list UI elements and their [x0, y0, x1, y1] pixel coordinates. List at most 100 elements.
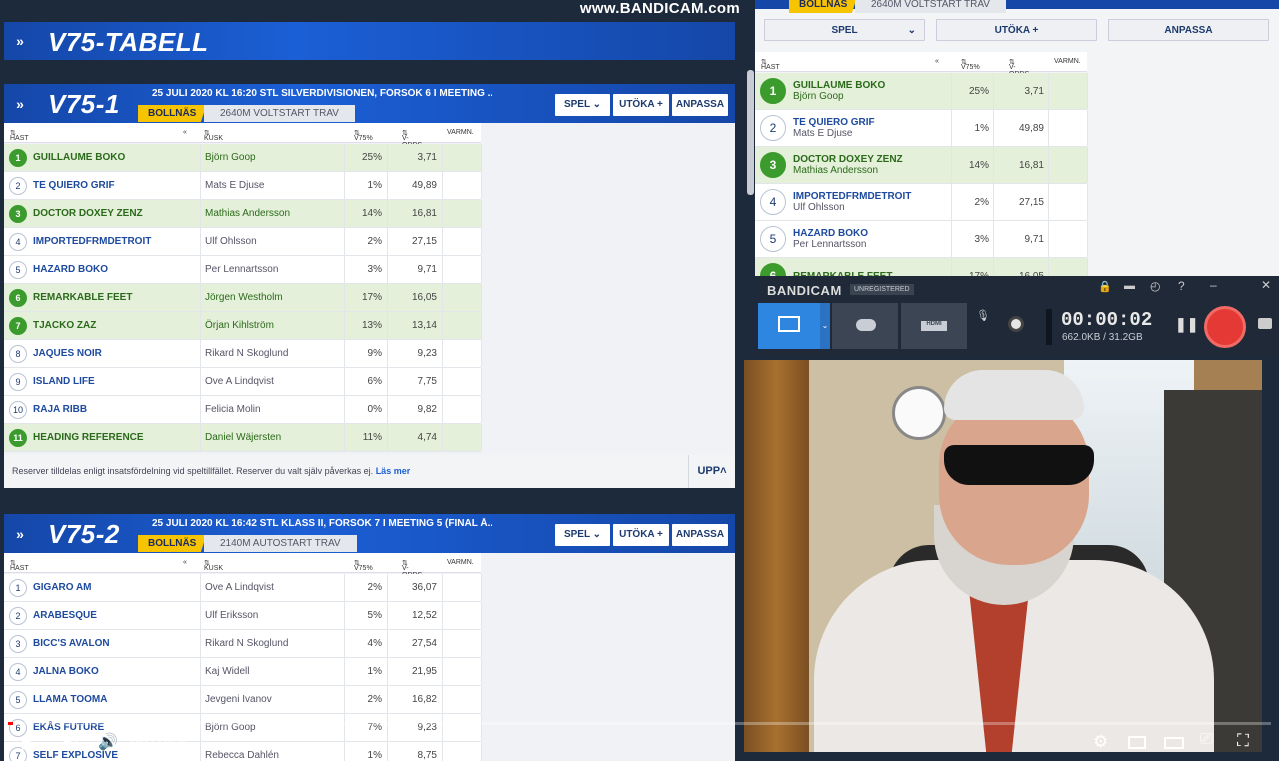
- table-row[interactable]: 11 HEADING REFERENCE Daniel Wäjersten 11% 4,…: [4, 424, 482, 452]
- lock-icon[interactable]: 🔒: [1098, 280, 1112, 293]
- chevron-down-icon[interactable]: »: [6, 526, 34, 542]
- collapse-icon[interactable]: «: [935, 58, 939, 65]
- table-row[interactable]: 1 GUILLAUME BOKO Björn Goop 25% 3,71: [755, 73, 1088, 110]
- las-mer-link[interactable]: Läs mer: [376, 466, 411, 476]
- fullscreen-icon[interactable]: ⛶: [1237, 731, 1249, 751]
- table-row[interactable]: 3 DOCTOR DOXEY ZENZ Mathias Andersson 14% 16…: [4, 200, 482, 228]
- collapse-icon[interactable]: «: [183, 129, 187, 136]
- theater-icon[interactable]: [1164, 737, 1184, 749]
- next-icon[interactable]: ▶|: [64, 734, 78, 751]
- upp-button[interactable]: UPP˄: [688, 455, 735, 488]
- table-row[interactable]: 2 TE QUIERO GRIF Mats E Djuse 1% 49,89: [4, 172, 482, 200]
- scrollbar[interactable]: [747, 70, 754, 195]
- video-progress-track[interactable]: [8, 722, 1271, 725]
- horse-number-badge: 4: [760, 189, 786, 215]
- mic-icon[interactable]: 🎙: [976, 309, 990, 322]
- table-row[interactable]: 5 HAZARD BOKO Per Lennartsson 3% 9,71: [755, 221, 1088, 258]
- col-kusk[interactable]: KUSK ⇅: [204, 129, 223, 142]
- play-icon[interactable]: ▶: [22, 733, 35, 753]
- webcam-icon[interactable]: [1008, 316, 1024, 332]
- table-row[interactable]: 10 RAJA RIBB Felicia Molin 0% 9,82: [4, 396, 482, 424]
- col-odds[interactable]: V-ODDS ⇅: [1009, 58, 1029, 78]
- horse-number-cell: 2: [9, 172, 27, 199]
- caret-down-icon: ⌄: [589, 529, 602, 540]
- horse-name[interactable]: TE QUIERO GRIF: [793, 117, 875, 128]
- settings-icon[interactable]: ⚙: [1093, 732, 1108, 752]
- chevron-down-icon[interactable]: »: [6, 33, 34, 49]
- table-row[interactable]: 4 JALNA BOKO Kaj Widell 1% 21,95: [4, 658, 482, 686]
- driver-name: Mathias Andersson: [793, 165, 879, 176]
- col-pct[interactable]: V75% ⇅: [354, 559, 373, 572]
- anpassa-button[interactable]: ANPASSA: [672, 94, 728, 116]
- spel-button[interactable]: SPEL ⌄: [555, 94, 610, 116]
- table-row[interactable]: 4 IMPORTEDFRMDETROIT Ulf Ohlsson 2% 27,15: [4, 228, 482, 256]
- table-row[interactable]: 6 REMARKABLE FEET 17% 16,05: [755, 258, 1088, 276]
- horse-number-badge: 4: [9, 232, 27, 251]
- horse-name[interactable]: GUILLAUME BOKO: [793, 80, 885, 91]
- anpassa-button[interactable]: ANPASSA: [672, 524, 728, 546]
- col-varmn[interactable]: VARMN.: [447, 129, 474, 136]
- col-pct[interactable]: V75% ⇅: [354, 129, 373, 142]
- hdmi-mode-button[interactable]: HDMI: [901, 303, 967, 349]
- chevron-down-icon[interactable]: »: [6, 96, 34, 112]
- table-row[interactable]: 1 GIGARO AM Ove A Lindqvist 2% 36,07: [4, 574, 482, 602]
- volume-icon[interactable]: 🔊: [98, 732, 118, 752]
- table-row[interactable]: 3 DOCTOR DOXEY ZENZ Mathias Andersson 14% 16…: [755, 147, 1088, 184]
- col-odds[interactable]: V-ODDS ⇅: [402, 129, 422, 149]
- clock-icon[interactable]: ◴: [1150, 279, 1160, 293]
- folder-icon[interactable]: ▬: [1124, 280, 1135, 292]
- mode-dropdown-button[interactable]: ⌄: [820, 303, 830, 349]
- col-hast[interactable]: HAST ⇅: [761, 58, 780, 71]
- record-button[interactable]: [1204, 306, 1246, 348]
- v75-percent: 2%: [974, 196, 989, 208]
- anpassa-button[interactable]: ANPASSA: [1108, 19, 1269, 41]
- table-row[interactable]: 1 GUILLAUME BOKO Björn Goop 25% 3,71: [4, 144, 482, 172]
- horse-number-badge: 2: [9, 176, 27, 195]
- horse-number-cell: 6: [9, 284, 27, 311]
- col-varmn[interactable]: VARMN.: [1054, 58, 1081, 65]
- col-varmn[interactable]: VARMN.: [447, 559, 474, 566]
- camera-icon[interactable]: [1258, 318, 1272, 329]
- col-kusk[interactable]: KUSK ⇅: [204, 559, 223, 572]
- horse-name: JAQUES NOIR: [33, 348, 102, 359]
- table-row[interactable]: 5 HAZARD BOKO Per Lennartsson 3% 9,71: [4, 256, 482, 284]
- utoka-button[interactable]: UTÖKA +: [613, 524, 669, 546]
- col-hast[interactable]: HAST ⇅: [10, 559, 29, 572]
- table-row[interactable]: 7 TJACKO ZAZ Örjan Kihlström 13% 13,14: [4, 312, 482, 340]
- col-hast[interactable]: HAST ⇅: [10, 129, 29, 142]
- table-row[interactable]: 4 IMPORTEDFRMDETROIT Ulf Ohlsson 2% 27,15: [755, 184, 1088, 221]
- horse-name[interactable]: HAZARD BOKO: [793, 228, 868, 239]
- tabell-header[interactable]: » V75-TABELL: [4, 22, 735, 60]
- table-row[interactable]: 5 LLAMA TOOMA Jevgeni Ivanov 2% 16,82: [4, 686, 482, 714]
- table-row[interactable]: 6 REMARKABLE FEET Jörgen Westholm 17% 16,05: [4, 284, 482, 312]
- v-odds: 7,75: [417, 376, 437, 387]
- column-divider: [200, 200, 201, 227]
- col-odds[interactable]: V-ODDS ⇅: [402, 559, 422, 579]
- horse-number-badge: 4: [9, 662, 27, 681]
- cast-icon[interactable]: ⎚: [1200, 731, 1213, 749]
- table-row[interactable]: 9 ISLAND LIFE Ove A Lindqvist 6% 7,75: [4, 368, 482, 396]
- table-row[interactable]: 8 JAQUES NOIR Rikard N Skoglund 9% 9,23: [4, 340, 482, 368]
- utoka-button[interactable]: UTÖKA +: [936, 19, 1097, 41]
- miniplayer-icon[interactable]: [1128, 736, 1146, 749]
- horse-name[interactable]: DOCTOR DOXEY ZENZ: [793, 154, 903, 165]
- horse-name[interactable]: IMPORTEDFRMDETROIT: [793, 191, 911, 202]
- col-pct[interactable]: V75% ⇅: [961, 58, 980, 71]
- caret-down-icon: ⌄: [907, 25, 916, 36]
- game-mode-button[interactable]: [832, 303, 898, 349]
- pause-icon[interactable]: ❚❚: [1175, 316, 1198, 333]
- utoka-button[interactable]: UTÖKA +: [613, 94, 669, 116]
- v-odds: 8,75: [417, 750, 437, 761]
- minimize-icon[interactable]: –: [1210, 278, 1217, 292]
- table-row[interactable]: 3 BICC'S AVALON Rikard N Skoglund 4% 27,54: [4, 630, 482, 658]
- screen-mode-button[interactable]: [758, 303, 820, 349]
- spel-button[interactable]: SPEL ⌄: [555, 524, 610, 546]
- spel-button[interactable]: SPEL ⌄: [764, 19, 925, 41]
- collapse-icon[interactable]: «: [183, 559, 187, 566]
- help-icon[interactable]: ?: [1178, 279, 1185, 293]
- unregistered-badge[interactable]: UNREGISTERED: [850, 284, 914, 295]
- close-icon[interactable]: ✕: [1261, 278, 1271, 292]
- table-row[interactable]: 2 TE QUIERO GRIF Mats E Djuse 1% 49,89: [755, 110, 1088, 147]
- table-row[interactable]: 2 ARABESQUE Ulf Eriksson 5% 12,52: [4, 602, 482, 630]
- horse-name: TJACKO ZAZ: [33, 320, 97, 331]
